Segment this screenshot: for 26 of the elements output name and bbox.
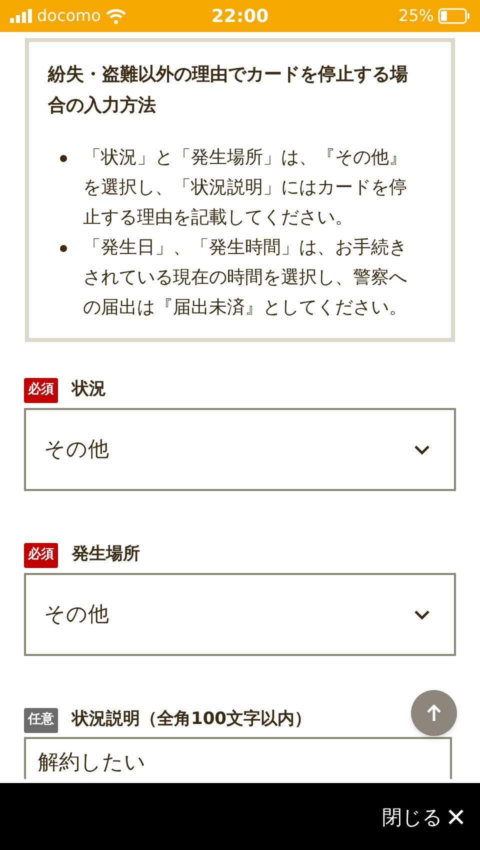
scroll-top-button[interactable]	[411, 690, 457, 736]
notice-title: 紛失・盗難以外の理由でカードを停止する場合の入力方法	[48, 63, 409, 118]
carrier-name: docomo	[37, 5, 101, 27]
optional-badge: 任意	[24, 708, 58, 732]
text-area[interactable]: 解約したい	[24, 737, 452, 779]
field-label: 状況	[72, 378, 106, 402]
required-badge: 必須	[24, 542, 58, 568]
close-button[interactable]: 閉じる	[382, 802, 464, 832]
bullet-icon	[60, 154, 67, 162]
select-field[interactable]: その他	[24, 408, 456, 491]
required-badge: 必須	[24, 378, 58, 402]
battery-percent: 25%	[398, 5, 434, 27]
close-icon	[448, 808, 464, 824]
wifi-icon	[106, 8, 126, 24]
field-label: 発生場所	[72, 543, 140, 566]
field-label: 状況説明（全角100文字以内）	[72, 708, 312, 732]
select-field[interactable]: その他	[24, 573, 456, 656]
signal-icon	[10, 9, 32, 23]
chevron-down-icon	[414, 610, 430, 620]
bullet-icon	[60, 244, 67, 252]
clock-time: 22:00	[211, 4, 269, 28]
arrow-up-icon	[426, 704, 442, 722]
battery-icon	[438, 8, 470, 24]
notice-text: 「状況」と「発生場所」は、『その他』を選択し、「状況説明」にはカードを停止する理由を記載してください。	[83, 146, 408, 230]
chevron-down-icon	[414, 444, 430, 454]
notice-text: 「発生日」、「発生時間」は、お手続きされている現在の時間を選択し、警察への届出は『届出未済』としてください。	[83, 236, 408, 320]
